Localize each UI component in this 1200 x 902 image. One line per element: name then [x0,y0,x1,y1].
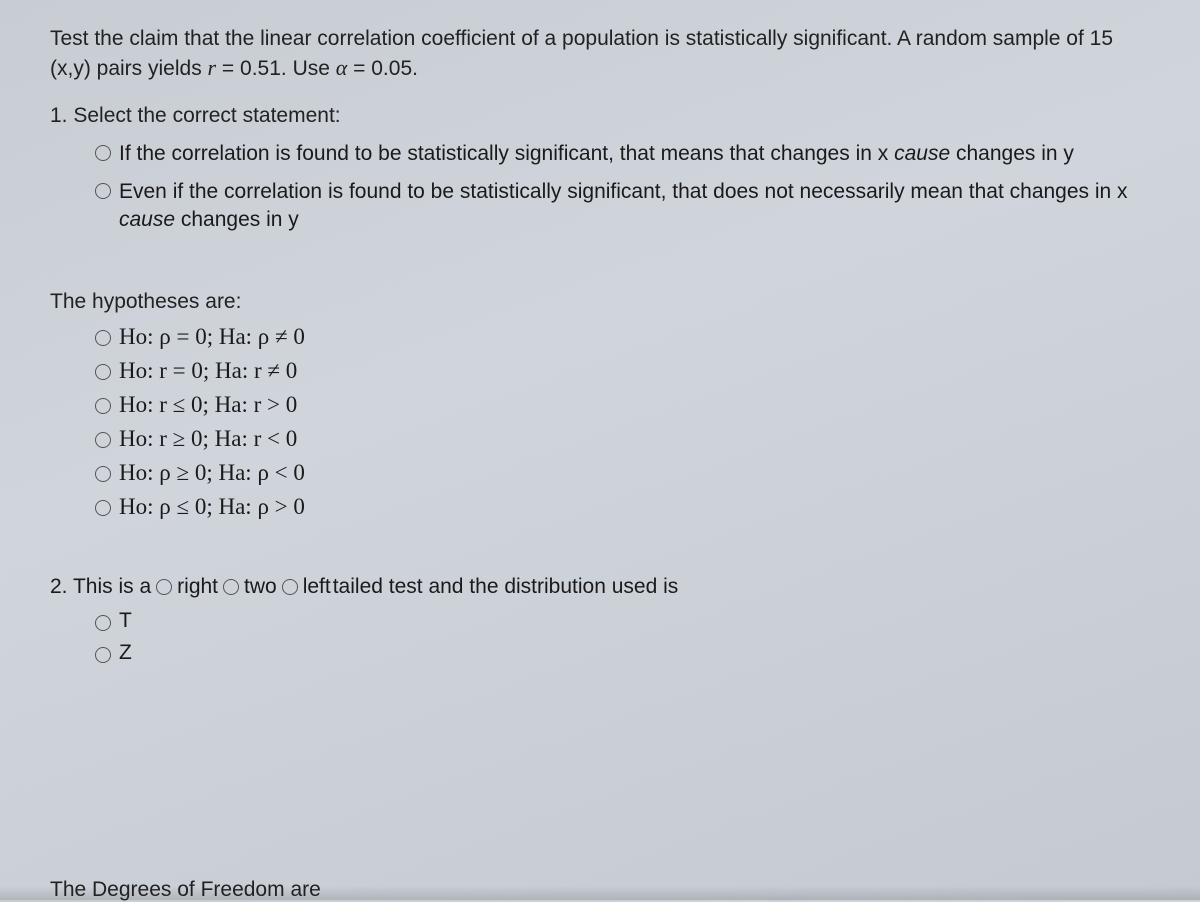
hyp-option-4[interactable]: Ho: r ≥ 0; Ha: r < 0 [95,426,1150,452]
radio-icon[interactable] [95,432,111,448]
q1-option-1[interactable]: If the correlation is found to be statis… [95,140,1150,168]
tail-option-two[interactable]: two [220,575,277,599]
radio-icon[interactable] [95,466,111,482]
q1-options-group: If the correlation is found to be statis… [50,140,1150,235]
q2-post: tailed test and the distribution used is [333,575,679,599]
q1-option-2-text: Even if the correlation is found to be s… [119,178,1150,235]
hyp-option-5-text: Ho: ρ ≥ 0; Ha: ρ < 0 [119,460,305,486]
hyp-option-3[interactable]: Ho: r ≤ 0; Ha: r > 0 [95,392,1150,418]
hyp-option-3-text: Ho: r ≤ 0; Ha: r > 0 [119,392,297,418]
var-alpha: α [336,55,348,80]
distribution-options-group: T Z [50,609,1150,665]
radio-icon[interactable] [282,579,298,595]
tail-label-left: left [303,575,331,599]
var-r: r [208,55,217,80]
hyp-option-1-text: Ho: ρ = 0; Ha: ρ ≠ 0 [119,324,305,350]
radio-icon[interactable] [223,579,239,595]
hypotheses-options-group: Ho: ρ = 0; Ha: ρ ≠ 0 Ho: r = 0; Ha: r ≠ … [50,324,1150,520]
hypotheses-prompt: The hypotheses are: [50,290,1150,314]
q2-pre: 2. This is a [50,575,151,599]
radio-icon[interactable] [95,647,111,663]
hyp-option-2-text: Ho: r = 0; Ha: r ≠ 0 [119,358,297,384]
hyp-option-6[interactable]: Ho: ρ ≤ 0; Ha: ρ > 0 [95,494,1150,520]
radio-icon[interactable] [95,500,111,516]
radio-icon[interactable] [95,145,111,161]
radio-icon[interactable] [95,615,111,631]
bottom-edge-shadow [0,886,1200,900]
tail-label-two: two [244,575,277,599]
q1-option-2[interactable]: Even if the correlation is found to be s… [95,178,1150,235]
problem-statement: Test the claim that the linear correlati… [50,25,1150,84]
hyp-option-2[interactable]: Ho: r = 0; Ha: r ≠ 0 [95,358,1150,384]
tail-label-right: right [177,575,218,599]
radio-icon[interactable] [156,579,172,595]
dist-label-t: T [119,609,132,633]
dist-option-t[interactable]: T [95,609,1150,633]
hyp-option-6-text: Ho: ρ ≤ 0; Ha: ρ > 0 [119,494,305,520]
tail-option-left[interactable]: left [279,575,331,599]
q1-prompt: 1. Select the correct statement: [50,104,1150,128]
radio-icon[interactable] [95,364,111,380]
radio-icon[interactable] [95,183,111,199]
intro-eq1: = 0.51. Use [216,57,336,80]
dist-option-z[interactable]: Z [95,641,1150,665]
dist-label-z: Z [119,641,132,665]
q1-option-1-text: If the correlation is found to be statis… [119,140,1150,168]
radio-icon[interactable] [95,330,111,346]
tail-option-right[interactable]: right [153,575,218,599]
hyp-option-4-text: Ho: r ≥ 0; Ha: r < 0 [119,426,297,452]
hyp-option-1[interactable]: Ho: ρ = 0; Ha: ρ ≠ 0 [95,324,1150,350]
q2-prompt: 2. This is a right two left tailed test … [50,575,1150,599]
intro-eq2: = 0.05. [347,57,418,80]
hyp-option-5[interactable]: Ho: ρ ≥ 0; Ha: ρ < 0 [95,460,1150,486]
radio-icon[interactable] [95,398,111,414]
